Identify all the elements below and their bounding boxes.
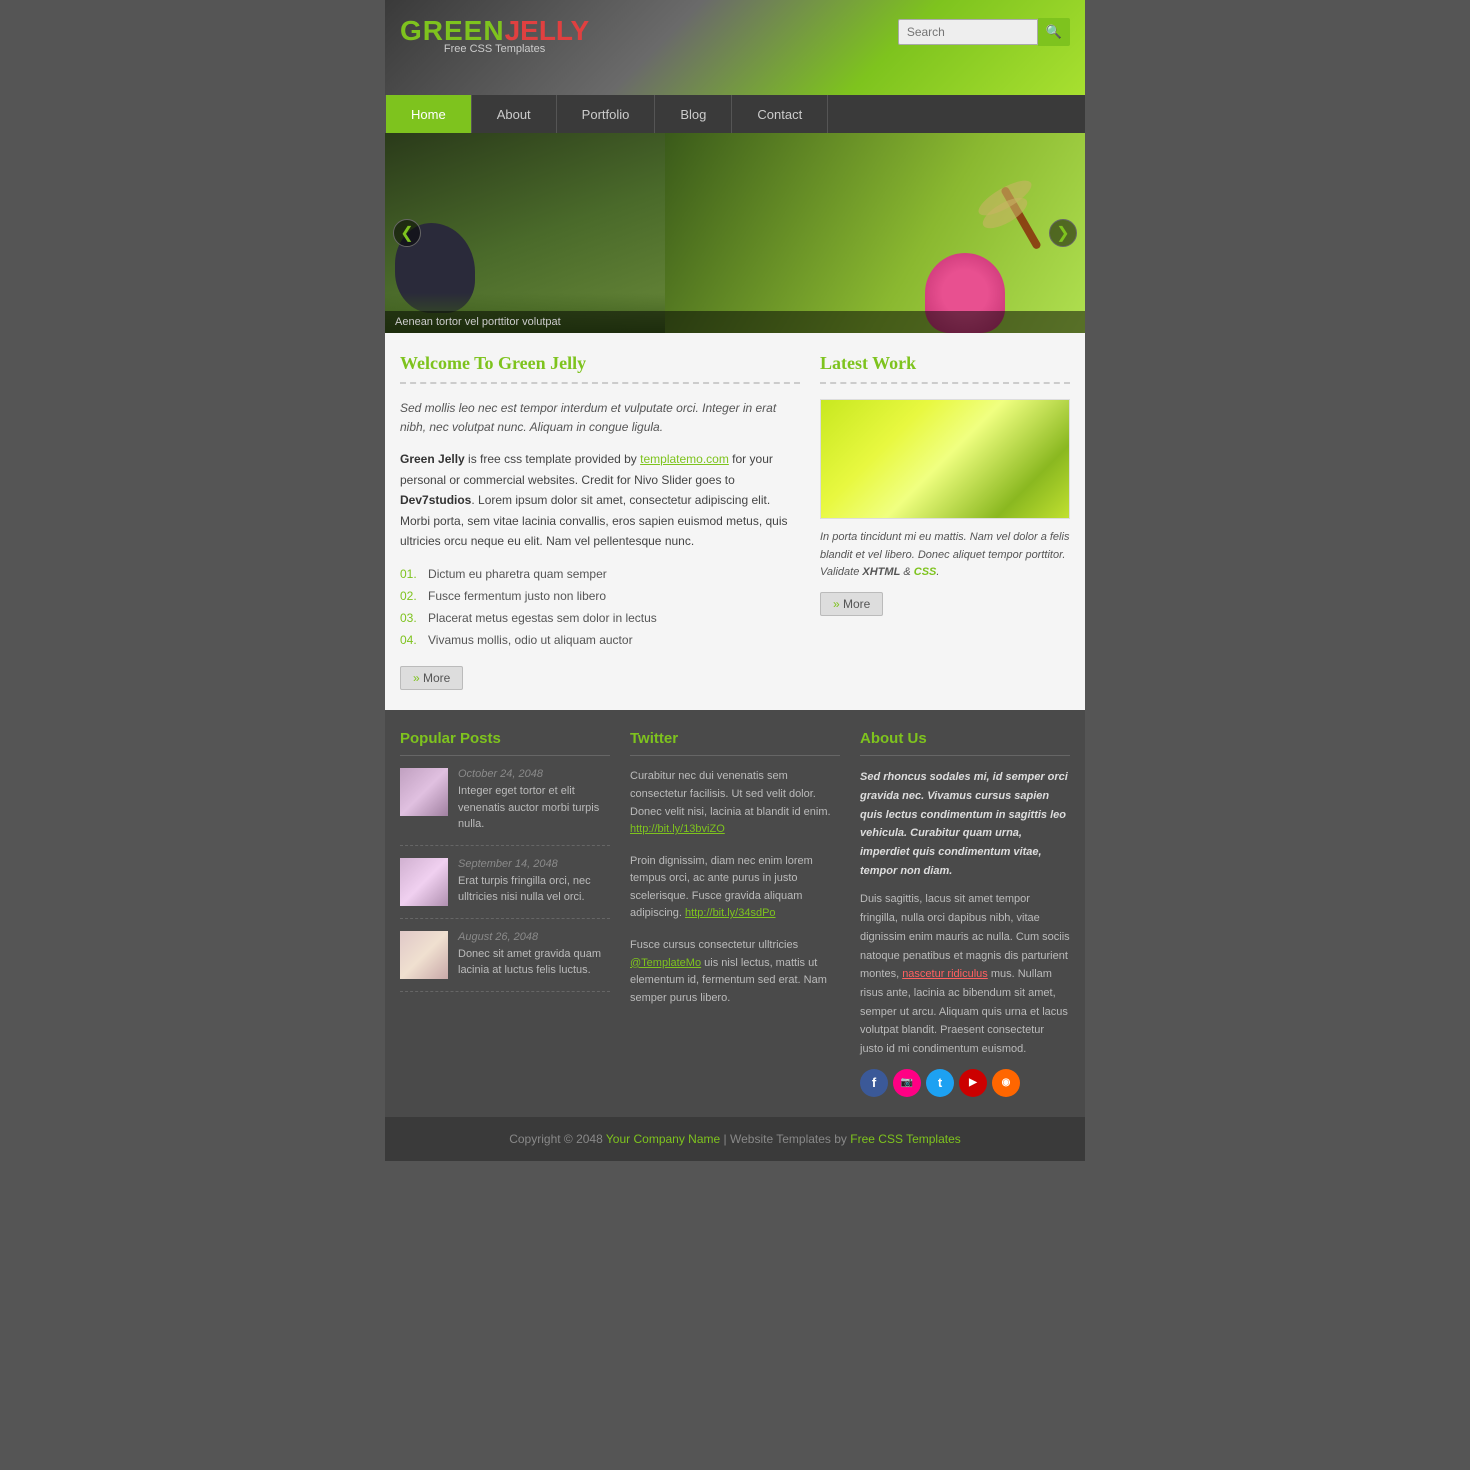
list-num: 01.: [400, 567, 417, 581]
list-num: 03.: [400, 611, 417, 625]
left-arrow-icon: ❮: [400, 223, 413, 243]
css-link[interactable]: CSS: [914, 566, 937, 578]
xhtml-text: XHTML: [862, 566, 900, 578]
search-icon: 🔍: [1046, 24, 1062, 39]
slider-dragonfly: [665, 133, 1085, 333]
list-item: 02. Fusce fermentum justo non libero: [400, 585, 800, 607]
popular-posts-title: Popular Posts: [400, 730, 610, 756]
post-text: Erat turpis fringilla orci, nec ulltrici…: [458, 873, 610, 906]
logo: GREENJELLY Free CSS Templates: [400, 15, 589, 55]
right-arrow-icon: ❯: [1056, 223, 1069, 243]
list-item: 01. Dictum eu pharetra quam semper: [400, 563, 800, 585]
post-date: September 14, 2048: [458, 858, 610, 870]
search-button[interactable]: 🔍: [1038, 18, 1070, 46]
post-info: October 24, 2048 Integer eget tortor et …: [458, 768, 610, 833]
post-date: October 24, 2048: [458, 768, 610, 780]
twitter-title: Twitter: [630, 730, 840, 756]
logo-jelly: JELLY: [505, 15, 590, 46]
about-us-col: About Us Sed rhoncus sodales mi, id semp…: [860, 730, 1070, 1096]
list-num: 04.: [400, 633, 417, 647]
sidebar: Latest Work In porta tincidunt mi eu mat…: [820, 353, 1070, 690]
youtube-icon[interactable]: ▶: [959, 1069, 987, 1097]
post-item: September 14, 2048 Erat turpis fringilla…: [400, 858, 610, 919]
slider-next-button[interactable]: ❯: [1049, 219, 1077, 247]
about-para2: Duis sagittis, lacus sit amet tempor fri…: [860, 890, 1070, 1058]
post-info: August 26, 2048 Donec sit amet gravida q…: [458, 931, 610, 979]
image-slider: ❮ ❯ Aenean tortor vel porttitor volutpat: [385, 133, 1085, 333]
popular-posts-col: Popular Posts October 24, 2048 Integer e…: [400, 730, 610, 1096]
tweet-1: Curabitur nec dui venenatis sem consecte…: [630, 768, 840, 838]
tweet-link-2[interactable]: http://bit.ly/34sdPo: [685, 907, 776, 919]
search-input[interactable]: [898, 19, 1038, 45]
post-item: August 26, 2048 Donec sit amet gravida q…: [400, 931, 610, 992]
post-text: Donec sit amet gravida quam lacinia at l…: [458, 946, 610, 979]
social-icons: f 📷 t ▶ ◉: [860, 1069, 1070, 1097]
post-thumbnail: [400, 931, 448, 979]
tweet-link-1[interactable]: http://bit.ly/13bviZO: [630, 823, 725, 835]
nav-home[interactable]: Home: [385, 95, 472, 133]
welcome-body: Green Jelly is free css template provide…: [400, 449, 800, 551]
nav-blog[interactable]: Blog: [655, 95, 732, 133]
about-us-title: About Us: [860, 730, 1070, 756]
flickr-icon[interactable]: 📷: [893, 1069, 921, 1097]
post-date: August 26, 2048: [458, 931, 610, 943]
twitter-mention[interactable]: @TemplateMo: [630, 957, 701, 969]
post-thumbnail: [400, 768, 448, 816]
dev7-text: Dev7studios: [400, 493, 471, 507]
feature-list: 01. Dictum eu pharetra quam semper 02. F…: [400, 563, 800, 651]
rss-icon[interactable]: ◉: [992, 1069, 1020, 1097]
company-link[interactable]: Your Company Name: [606, 1132, 720, 1146]
free-css-link[interactable]: Free CSS Templates: [850, 1132, 961, 1146]
post-thumbnail: [400, 858, 448, 906]
post-text: Integer eget tortor et elit venenatis au…: [458, 783, 610, 833]
welcome-more-button[interactable]: More: [400, 666, 463, 690]
list-item: 04. Vivamus mollis, odio ut aliquam auct…: [400, 629, 800, 651]
about-para1: Sed rhoncus sodales mi, id semper orci g…: [860, 768, 1070, 880]
lower-section: Popular Posts October 24, 2048 Integer e…: [385, 710, 1085, 1116]
welcome-intro: Sed mollis leo nec est tempor interdum e…: [400, 399, 800, 437]
nav-portfolio[interactable]: Portfolio: [557, 95, 656, 133]
copyright-text: Copyright © 2048: [509, 1132, 603, 1146]
nav-about[interactable]: About: [472, 95, 557, 133]
slider-prev-button[interactable]: ❮: [393, 219, 421, 247]
green-jelly-text: Green Jelly: [400, 452, 465, 466]
twitter-col: Twitter Curabitur nec dui venenatis sem …: [630, 730, 840, 1096]
search-area: 🔍: [898, 18, 1070, 46]
post-item: October 24, 2048 Integer eget tortor et …: [400, 768, 610, 846]
nav-contact[interactable]: Contact: [732, 95, 828, 133]
slider-caption: Aenean tortor vel porttitor volutpat: [385, 311, 1085, 333]
main-content: Welcome To Green Jelly Sed mollis leo ne…: [400, 353, 800, 690]
nascetur-link[interactable]: nascetur ridiculus: [902, 968, 988, 980]
welcome-title: Welcome To Green Jelly: [400, 353, 800, 384]
list-num: 02.: [400, 589, 417, 603]
work-thumbnail: [820, 399, 1070, 519]
work-more-button[interactable]: More: [820, 592, 883, 616]
footer-separator: | Website Templates by: [724, 1132, 851, 1146]
latest-work-title: Latest Work: [820, 353, 1070, 384]
facebook-icon[interactable]: f: [860, 1069, 888, 1097]
slider-birds: [385, 133, 700, 333]
footer: Copyright © 2048 Your Company Name | Web…: [385, 1117, 1085, 1161]
header: GREENJELLY Free CSS Templates 🔍: [385, 0, 1085, 95]
templatemo-link[interactable]: templatemo.com: [640, 452, 729, 466]
twitter-icon[interactable]: t: [926, 1069, 954, 1097]
logo-green: GREEN: [400, 15, 505, 46]
tweet-2: Proin dignissim, diam nec enim lorem tem…: [630, 853, 840, 923]
list-item: 03. Placerat metus egestas sem dolor in …: [400, 607, 800, 629]
tweet-3: Fusce cursus consectetur ulltricies @Tem…: [630, 937, 840, 1007]
work-caption: In porta tincidunt mi eu mattis. Nam vel…: [820, 529, 1070, 582]
post-info: September 14, 2048 Erat turpis fringilla…: [458, 858, 610, 906]
content-area: Welcome To Green Jelly Sed mollis leo ne…: [385, 333, 1085, 710]
navigation: Home About Portfolio Blog Contact: [385, 95, 1085, 133]
